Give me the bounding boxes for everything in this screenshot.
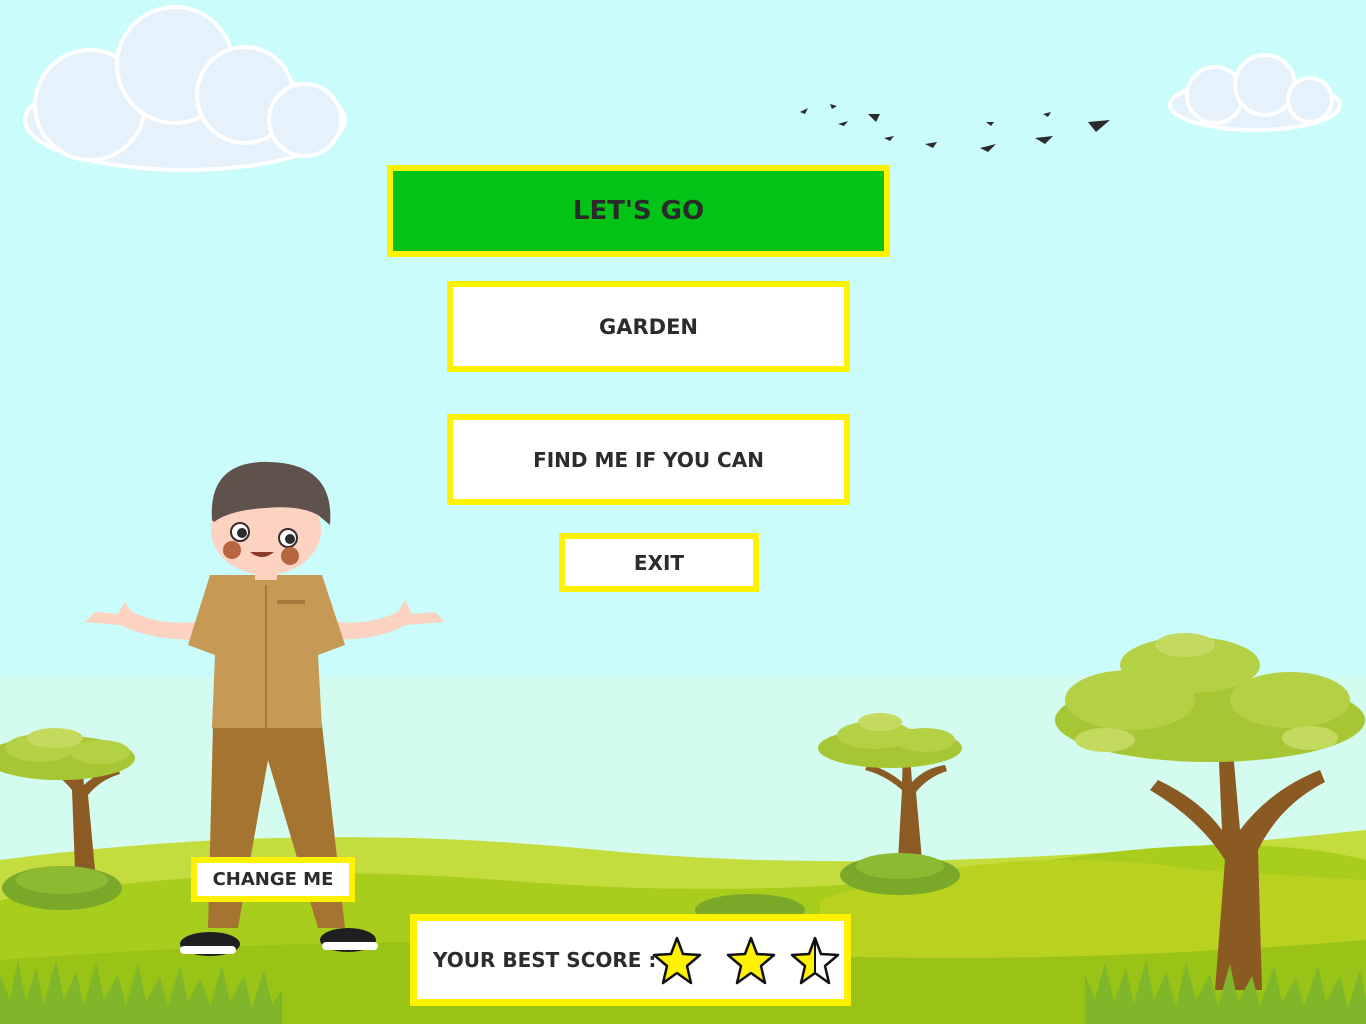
find-me-button[interactable]: FIND ME IF YOU CAN bbox=[447, 414, 850, 505]
star-icon-2 bbox=[726, 936, 776, 985]
garden-label: GARDEN bbox=[598, 314, 698, 339]
bush-left bbox=[2, 866, 122, 910]
star-icon-1 bbox=[652, 936, 702, 985]
exit-label: EXIT bbox=[633, 550, 685, 575]
exit-button[interactable]: EXIT bbox=[559, 533, 759, 592]
find-me-label: FIND ME IF YOU CAN bbox=[533, 447, 764, 472]
lets-go-button[interactable]: LET'S GO bbox=[387, 165, 890, 257]
lets-go-label: LET'S GO bbox=[572, 196, 705, 226]
change-character-button[interactable]: CHANGE ME bbox=[191, 857, 355, 902]
best-score-label: YOUR BEST SCORE : bbox=[433, 948, 657, 972]
change-character-label: CHANGE ME bbox=[212, 869, 334, 890]
garden-button[interactable]: GARDEN bbox=[447, 281, 850, 372]
star-half-icon bbox=[790, 936, 840, 985]
best-score-panel: YOUR BEST SCORE : bbox=[410, 914, 851, 1006]
